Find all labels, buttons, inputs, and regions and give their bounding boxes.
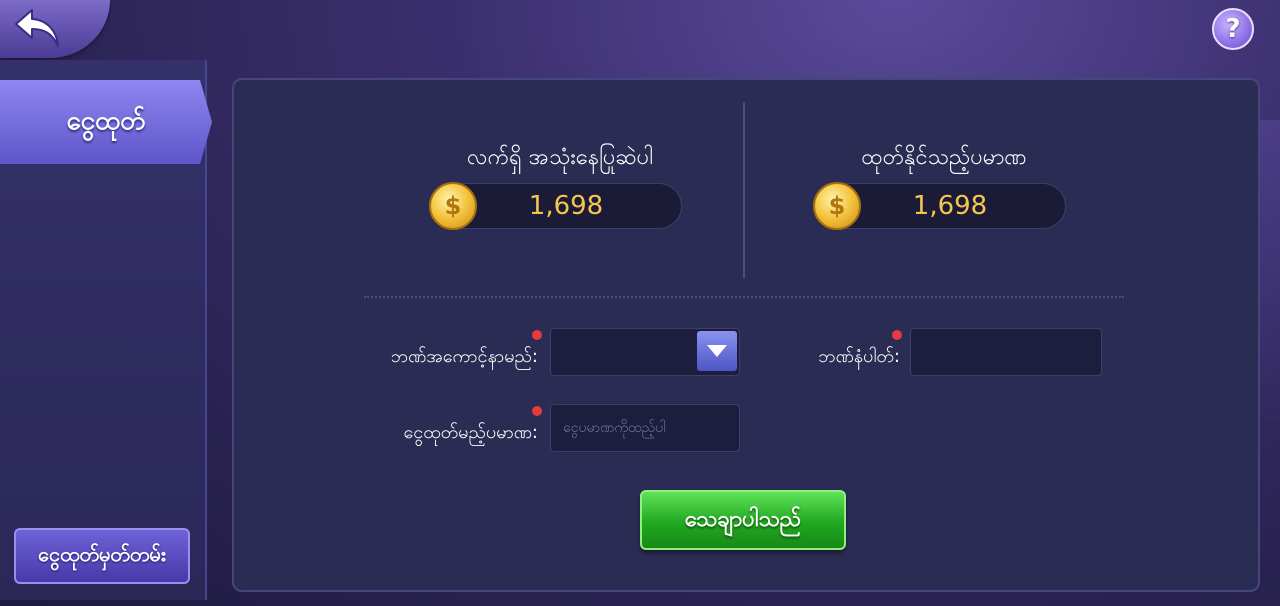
withdraw-amount-input[interactable] bbox=[551, 405, 739, 451]
coin-icon: $ bbox=[813, 182, 861, 230]
withdraw-history-button[interactable]: ငွေထုတ်မှတ်တမ်း bbox=[14, 528, 190, 584]
bank-number-label: ဘဏ်နံပါတ်: bbox=[818, 346, 900, 367]
required-dot bbox=[532, 406, 542, 416]
current-balance-pill: $ 1,698 bbox=[429, 182, 682, 230]
required-dot bbox=[532, 330, 542, 340]
coin-icon: $ bbox=[429, 182, 477, 230]
withdrawable-balance-label: ထုတ်နိုင်သည့်ပမာဏ bbox=[861, 145, 1027, 170]
withdraw-panel: လက်ရှိ အသုံးနေပြုဆဲပါ $ 1,698 ထုတ်နိုင်သ… bbox=[232, 78, 1260, 592]
chevron-down-icon bbox=[707, 345, 727, 357]
help-button[interactable]: ? bbox=[1212, 8, 1254, 50]
current-balance-label: လက်ရှိ အသုံးနေပြုဆဲပါ bbox=[466, 145, 654, 170]
confirm-button[interactable]: သေချာပါသည် bbox=[640, 490, 846, 550]
bank-account-select[interactable] bbox=[550, 328, 740, 376]
back-button[interactable] bbox=[0, 0, 110, 58]
current-balance-value: 1,698 bbox=[528, 191, 604, 221]
withdraw-amount-field[interactable] bbox=[550, 404, 740, 452]
bank-number-field[interactable] bbox=[910, 328, 1102, 376]
dropdown-button[interactable] bbox=[697, 331, 737, 371]
bank-account-name-label: ဘဏ်အကောင့်နာမည်: bbox=[390, 346, 538, 367]
tab-withdraw-label: ငွေထုတ် bbox=[66, 105, 146, 136]
withdrawable-balance-pill: $ 1,698 bbox=[813, 182, 1066, 230]
withdrawable-balance-section: ထုတ်နိုင်သည့်ပမာဏ $ 1,698 bbox=[813, 142, 1074, 230]
vertical-divider bbox=[743, 102, 745, 278]
withdraw-history-label: ငွေထုတ်မှတ်တမ်း bbox=[38, 542, 166, 566]
horizontal-divider bbox=[364, 296, 1124, 298]
back-arrow-icon bbox=[15, 9, 59, 47]
help-icon: ? bbox=[1225, 14, 1241, 44]
withdraw-amount-label: ငွေထုတ်မည့်ပမာဏ: bbox=[403, 422, 538, 443]
current-balance-section: လက်ရှိ အသုံးနေပြုဆဲပါ $ 1,698 bbox=[429, 142, 690, 230]
confirm-button-label: သေချာပါသည် bbox=[684, 506, 802, 532]
withdrawable-balance-value: 1,698 bbox=[912, 191, 988, 221]
sidebar: ငွေထုတ် ငွေထုတ်မှတ်တမ်း bbox=[0, 60, 212, 600]
tab-withdraw[interactable]: ငွေထုတ် bbox=[0, 80, 212, 164]
required-dot bbox=[892, 330, 902, 340]
